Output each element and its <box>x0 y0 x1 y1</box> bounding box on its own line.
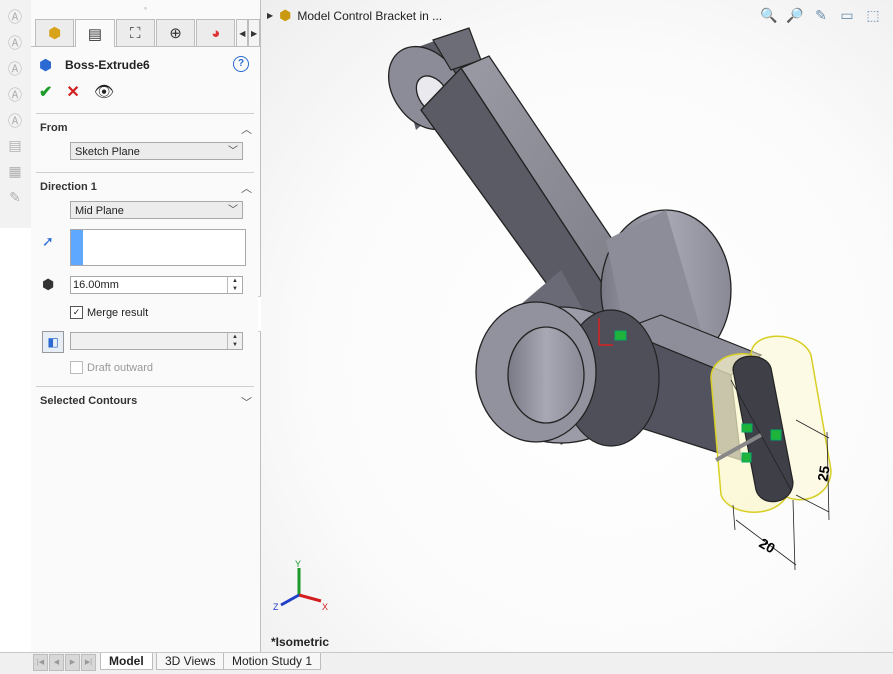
panel-grip[interactable]: ◦ <box>31 0 260 16</box>
configurationmanager-tab-icon[interactable]: ⛶ <box>115 19 155 46</box>
tab-scroll-right-icon[interactable]: ▶ <box>248 19 261 47</box>
depth-value: 16.00mm <box>73 279 119 291</box>
preview-eye-icon[interactable]: 👁 <box>94 82 114 102</box>
left-panel-blank <box>0 228 31 652</box>
tab-motion-study-1[interactable]: Motion Study 1 <box>223 653 322 670</box>
chevron-down-icon[interactable]: ﹀ <box>241 394 252 410</box>
last-tab-icon[interactable]: ▶| <box>81 654 96 671</box>
manager-tabs: ⬢ ▤ ⛶ ⊕ ◕ ◀ ▶ <box>31 16 261 47</box>
prev-tab-icon[interactable]: ◀ <box>49 654 64 671</box>
triad: Y X Z <box>273 559 328 612</box>
first-tab-icon[interactable]: |◀ <box>33 654 48 671</box>
draft-spinner[interactable]: ▲ ▼ <box>227 333 242 349</box>
graphics-viewport[interactable]: ▶ ⬢ Model Control Bracket in ... 🔍 🔎 ✎ ▭… <box>261 0 893 652</box>
annotation-icon[interactable]: Ⓐ <box>6 7 24 25</box>
chevron-down-icon: ﹀ <box>228 205 238 216</box>
annotation-icon[interactable]: ▤ <box>6 137 24 155</box>
next-tab-icon[interactable]: ▶ <box>65 654 80 671</box>
from-select[interactable]: Sketch Plane ﹀ <box>70 142 243 160</box>
ok-button[interactable]: ✔ <box>39 82 52 102</box>
annotation-icon[interactable]: Ⓐ <box>6 33 24 51</box>
propertymanager-tab-icon[interactable]: ▤ <box>75 19 115 47</box>
relation-icon[interactable] <box>741 423 753 433</box>
dimension-height[interactable]: 25 <box>814 464 832 482</box>
triad-y-label: Y <box>295 559 301 569</box>
relation-icon[interactable] <box>741 452 752 463</box>
annotation-icon[interactable]: Ⓐ <box>6 111 24 129</box>
property-manager-panel: ◦ ⬢ ▤ ⛶ ⊕ ◕ ◀ ▶ ⬢ Boss-Extrude6 ? ✔ ✕ 👁 … <box>31 0 261 652</box>
depth-input[interactable]: 16.00mm ▲ ▼ <box>70 276 243 294</box>
selected-contours-title[interactable]: Selected Contours <box>40 395 137 407</box>
feature-title: ⬢ Boss-Extrude6 ? <box>39 56 249 76</box>
triad-z-label: Z <box>273 602 279 612</box>
featuremanager-tab-icon[interactable]: ⬢ <box>35 19 75 46</box>
direction1-section-title[interactable]: Direction 1 <box>40 181 97 193</box>
view-name: *Isometric <box>271 635 330 649</box>
merge-result-checkbox[interactable]: ✓ Merge result <box>70 306 148 319</box>
tab-navigation: |◀ ◀ ▶ ▶| <box>33 654 96 671</box>
divider <box>36 113 254 114</box>
chevron-up-icon[interactable]: ︿ <box>241 121 252 137</box>
triad-x-label: X <box>322 602 328 612</box>
dimxpert-tab-icon[interactable]: ⊕ <box>155 19 196 46</box>
tab-3d-views[interactable]: 3D Views <box>156 653 225 670</box>
merge-result-label: Merge result <box>87 306 149 319</box>
annotation-icon[interactable]: ▦ <box>6 163 24 181</box>
draft-icon[interactable]: ◧ <box>42 331 64 353</box>
from-select-value: Sketch Plane <box>75 146 140 158</box>
display-manager-tab-icon[interactable]: ◕ <box>196 19 236 46</box>
from-section-title[interactable]: From <box>40 122 68 134</box>
draft-angle-input[interactable]: ▲ ▼ <box>70 332 243 350</box>
depth-spinner[interactable]: ▲ ▼ <box>227 277 242 293</box>
depth-icon: ⬢ <box>42 276 55 292</box>
feature-name: Boss-Extrude6 <box>65 58 150 72</box>
annotation-icon[interactable]: Ⓐ <box>6 59 24 77</box>
left-toolbar-strip: Ⓐ Ⓐ Ⓐ Ⓐ Ⓐ ▤ ▦ ✎ <box>0 0 32 228</box>
draft-outward-label: Draft outward <box>87 361 154 374</box>
help-icon[interactable]: ? <box>233 56 249 72</box>
direction-arrow-icon[interactable]: ➚ <box>42 233 54 250</box>
chevron-up-icon[interactable]: ︿ <box>241 180 252 196</box>
divider <box>36 386 254 387</box>
extrude-preview: 20 25 <box>710 335 833 571</box>
divider <box>36 172 254 173</box>
annotation-icon[interactable]: ✎ <box>6 189 24 207</box>
bottom-tab-bar: |◀ ◀ ▶ ▶| Model 3D Views Motion Study 1 <box>0 652 893 674</box>
extrude-feature-icon: ⬢ <box>39 57 53 74</box>
annotation-icon[interactable]: Ⓐ <box>6 85 24 103</box>
checkbox-checked-icon: ✓ <box>70 306 83 319</box>
draft-outward-checkbox[interactable]: Draft outward <box>70 361 153 374</box>
checkbox-unchecked-icon <box>70 361 83 374</box>
selection-highlight <box>71 230 83 265</box>
end-condition-select[interactable]: Mid Plane ﹀ <box>70 201 243 219</box>
tab-scroll-left-icon[interactable]: ◀ <box>236 19 249 47</box>
tab-model[interactable]: Model <box>100 653 153 670</box>
model-drawing: 20 25 Y X Z <box>273 27 833 612</box>
direction-selection-box[interactable] <box>70 229 246 266</box>
end-condition-value: Mid Plane <box>75 205 124 217</box>
action-buttons: ✔ ✕ 👁 <box>39 82 114 102</box>
cancel-button[interactable]: ✕ <box>66 82 79 102</box>
chevron-down-icon: ﹀ <box>228 146 238 157</box>
relation-icon[interactable] <box>770 429 782 441</box>
